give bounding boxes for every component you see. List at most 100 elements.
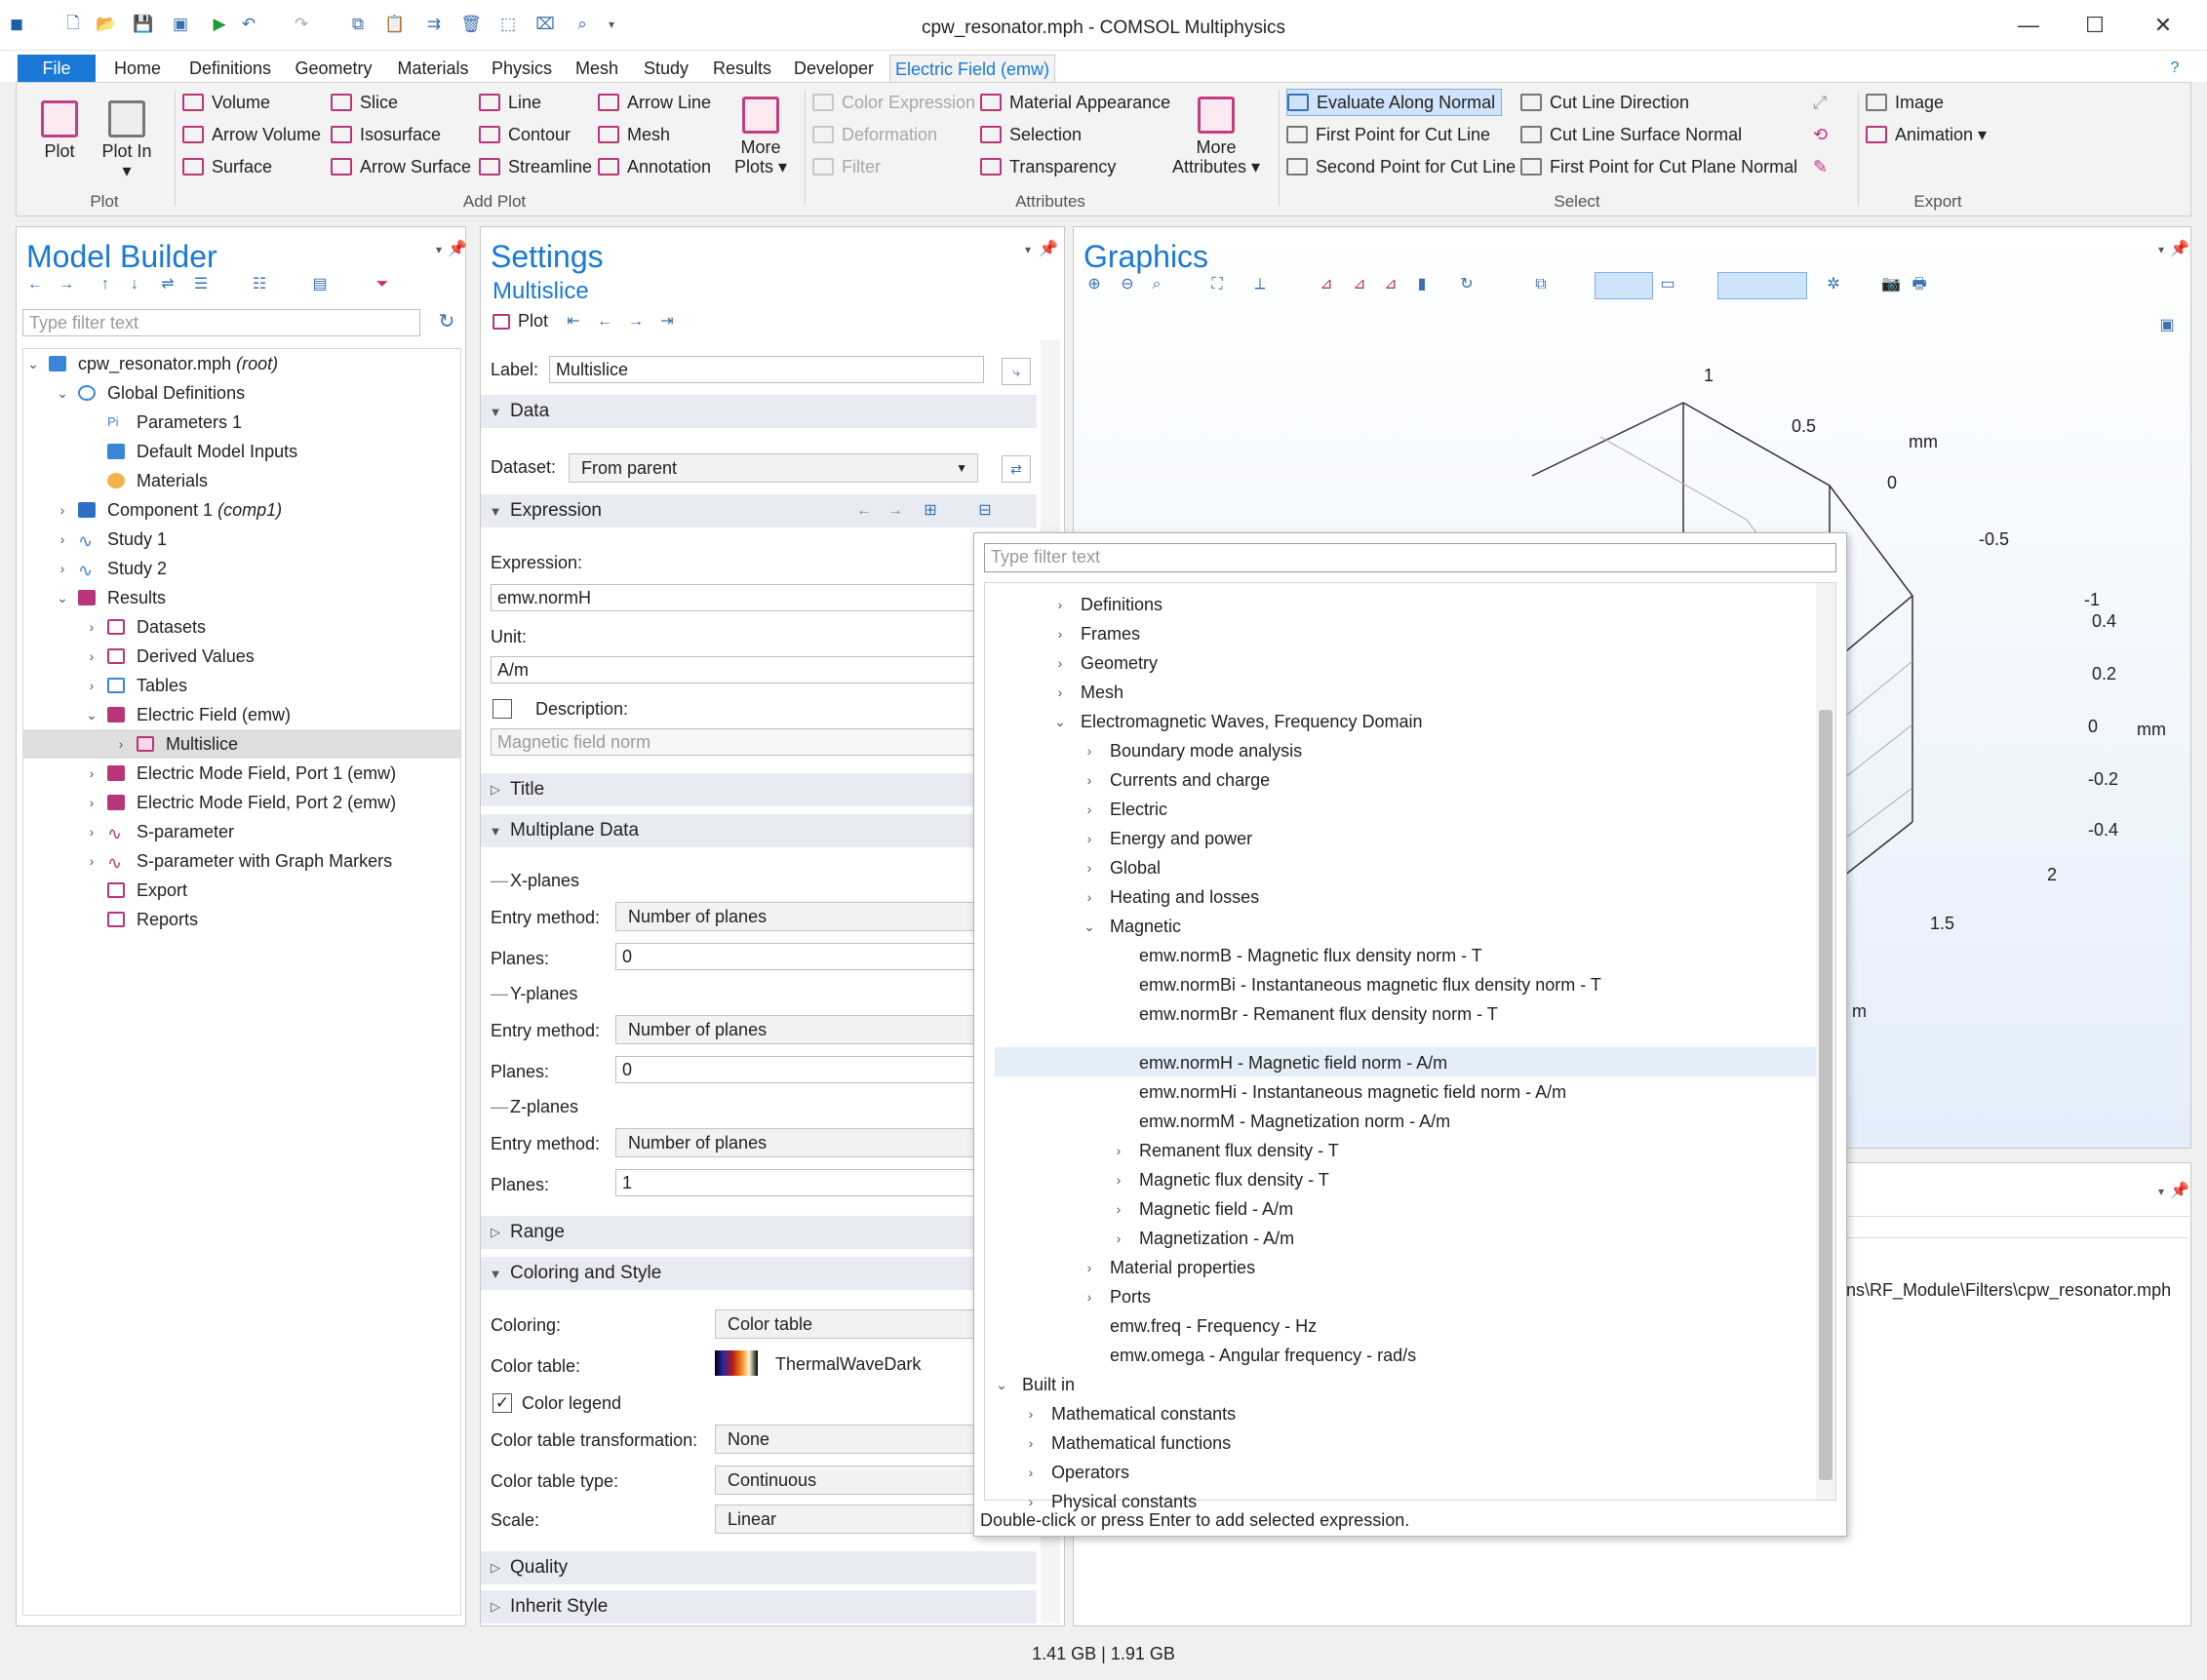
- section-quality[interactable]: ▷ Quality: [481, 1551, 1037, 1584]
- popup-row[interactable]: › Definitions: [1053, 591, 1163, 618]
- popup-expression-item-selected[interactable]: emw.normH - Magnetic field norm - A/m: [1139, 1049, 1447, 1076]
- label-input[interactable]: Multislice: [549, 356, 984, 383]
- popup-row[interactable]: › Magnetic field - A/m: [1112, 1195, 1293, 1223]
- cut-line-surface-normal-button[interactable]: Cut Line Surface Normal: [1520, 121, 1742, 148]
- description-input[interactable]: Magnetic field norm: [491, 728, 1037, 756]
- unit-input[interactable]: A/m: [491, 656, 1037, 684]
- collapse-icon[interactable]: ☰: [192, 276, 210, 293]
- popup-expression-item[interactable]: emw.freq - Frequency - Hz: [1110, 1312, 1317, 1340]
- color-legend-checkbox[interactable]: ✓: [493, 1393, 512, 1413]
- tree-multislice[interactable]: › Multislice: [23, 729, 460, 759]
- section-title[interactable]: ▷ Title: [481, 773, 1037, 806]
- isosurface-button[interactable]: Isosurface: [331, 121, 441, 148]
- previous-icon[interactable]: ←: [596, 313, 613, 331]
- maximize-icon[interactable]: ☐: [2066, 8, 2124, 43]
- replace-expression-icon[interactable]: ⊟: [976, 502, 994, 520]
- popup-row[interactable]: › Boundary mode analysis: [1083, 737, 1302, 764]
- tree-mode-field-port-1[interactable]: › Electric Mode Field, Port 1 (emw): [84, 759, 396, 788]
- label-reset-icon[interactable]: ⤷: [1002, 358, 1031, 385]
- tab-mesh[interactable]: Mesh: [568, 55, 626, 82]
- more-attributes-button[interactable]: More Attributes ▾: [1165, 97, 1267, 176]
- popup-expression-item[interactable]: emw.normBi - Instantaneous magnetic flux…: [1139, 971, 1601, 998]
- tree-datasets[interactable]: › Datasets: [84, 612, 206, 642]
- popup-row[interactable]: › Heating and losses: [1083, 883, 1259, 911]
- popup-row[interactable]: › Mathematical constants: [1024, 1400, 1236, 1427]
- popup-row[interactable]: › Electric: [1083, 796, 1167, 823]
- material-appearance-button[interactable]: Material Appearance: [980, 89, 1170, 116]
- section-multiplane-data[interactable]: ▼ Multiplane Data: [481, 814, 1037, 847]
- minimize-icon[interactable]: —: [1999, 8, 2058, 43]
- tree-root[interactable]: ⌄ cpw_resonator.mph (root): [25, 349, 278, 378]
- tab-definitions[interactable]: Definitions: [181, 55, 279, 82]
- plot-in-button[interactable]: Plot In ▾: [97, 100, 157, 180]
- filter-button[interactable]: Filter: [812, 153, 881, 180]
- panel-menu-icon[interactable]: ▾: [1019, 241, 1037, 258]
- help-icon[interactable]: ?: [2165, 55, 2185, 82]
- expr-forward-icon[interactable]: →: [887, 502, 904, 520]
- file-tab[interactable]: File: [18, 55, 96, 82]
- image-button[interactable]: Image: [1866, 89, 1944, 116]
- tree-s-parameter-markers[interactable]: › ∿ S-parameter with Graph Markers: [84, 846, 392, 876]
- popup-row[interactable]: › Mesh: [1053, 679, 1123, 706]
- tree-results[interactable]: ⌄ Results: [55, 583, 166, 612]
- back-icon[interactable]: ←: [26, 276, 44, 293]
- close-icon[interactable]: ✕: [2134, 8, 2192, 43]
- plot-toolbar-button[interactable]: Plot: [493, 311, 548, 332]
- section-data[interactable]: ▼ Data: [481, 395, 1037, 428]
- popup-row[interactable]: ⌄ Electromagnetic Waves, Frequency Domain: [1053, 708, 1422, 735]
- popup-row[interactable]: › Energy and power: [1083, 825, 1252, 852]
- arrow-volume-button[interactable]: Arrow Volume: [182, 121, 321, 148]
- section-coloring-style[interactable]: ▼ Coloring and Style: [481, 1257, 1037, 1290]
- next-icon[interactable]: →: [627, 313, 645, 331]
- select-extra-icon-1[interactable]: ⤢: [1813, 89, 1827, 116]
- slice-button[interactable]: Slice: [331, 89, 398, 116]
- select-extra-icon-3[interactable]: ✎: [1813, 153, 1828, 180]
- line-button[interactable]: Line: [479, 89, 541, 116]
- tree-reports[interactable]: Reports: [84, 905, 198, 934]
- tree-export[interactable]: Export: [84, 876, 187, 905]
- view-icon[interactable]: ▤: [311, 276, 329, 293]
- tree-tables[interactable]: › Tables: [84, 671, 187, 700]
- section-range[interactable]: ▷ Range: [481, 1216, 1037, 1249]
- tab-study[interactable]: Study: [638, 55, 694, 82]
- popup-row[interactable]: › Mathematical functions: [1024, 1429, 1231, 1457]
- popup-scrollbar[interactable]: [1816, 583, 1835, 1500]
- popup-row[interactable]: › Material properties: [1083, 1254, 1255, 1281]
- popup-row[interactable]: › Magnetization - A/m: [1112, 1225, 1294, 1252]
- insert-expression-icon[interactable]: ⊞: [922, 502, 939, 520]
- filter-tree-icon[interactable]: ⏷: [374, 276, 391, 293]
- popup-expression-item[interactable]: emw.normHi - Instantaneous magnetic fiel…: [1139, 1078, 1566, 1106]
- select-extra-icon-2[interactable]: ⟲: [1813, 121, 1828, 148]
- popup-row[interactable]: › Magnetic flux density - T: [1112, 1166, 1329, 1193]
- expr-back-icon[interactable]: ←: [855, 502, 873, 520]
- tree-global-definitions[interactable]: ⌄ Global Definitions: [55, 378, 245, 408]
- popup-row[interactable]: › Currents and charge: [1083, 766, 1270, 794]
- tree-derived-values[interactable]: › Derived Values: [84, 642, 255, 671]
- color-table-swatch[interactable]: [715, 1350, 758, 1376]
- tab-results[interactable]: Results: [706, 55, 778, 82]
- first-point-cut-line-button[interactable]: First Point for Cut Line: [1286, 121, 1490, 148]
- popup-row[interactable]: ⌄ Built in: [995, 1371, 1075, 1398]
- popup-expression-item[interactable]: emw.normB - Magnetic flux density norm -…: [1139, 942, 1482, 969]
- last-icon[interactable]: ⇥: [658, 313, 676, 331]
- tree-component[interactable]: › Component 1 (comp1): [55, 495, 282, 525]
- popup-expression-item[interactable]: emw.omega - Angular frequency - rad/s: [1110, 1342, 1416, 1369]
- color-expression-button[interactable]: Color Expression: [812, 89, 975, 116]
- popup-row[interactable]: › Geometry: [1053, 649, 1158, 677]
- section-inherit-style[interactable]: ▷ Inherit Style: [481, 1590, 1037, 1623]
- show-icon[interactable]: ⇌: [159, 276, 177, 293]
- evaluate-along-normal-button[interactable]: Evaluate Along Normal: [1286, 89, 1503, 116]
- model-filter-input[interactable]: Type filter text: [22, 309, 420, 336]
- forward-icon[interactable]: →: [58, 276, 75, 293]
- arrow-surface-button[interactable]: Arrow Surface: [331, 153, 471, 180]
- tab-home[interactable]: Home: [105, 55, 170, 82]
- first-icon[interactable]: ⇤: [565, 313, 582, 331]
- panel-menu-icon[interactable]: ▾: [430, 241, 448, 258]
- expand-icon[interactable]: ☷: [251, 276, 268, 293]
- transparency-button[interactable]: Transparency: [980, 153, 1116, 180]
- more-plots-button[interactable]: More Plots ▾: [727, 97, 795, 176]
- contour-button[interactable]: Contour: [479, 121, 571, 148]
- popup-scrollbar-thumb[interactable]: [1819, 710, 1833, 1480]
- first-point-cut-plane-normal-button[interactable]: First Point for Cut Plane Normal: [1520, 153, 1797, 180]
- selection-button[interactable]: Selection: [980, 121, 1082, 148]
